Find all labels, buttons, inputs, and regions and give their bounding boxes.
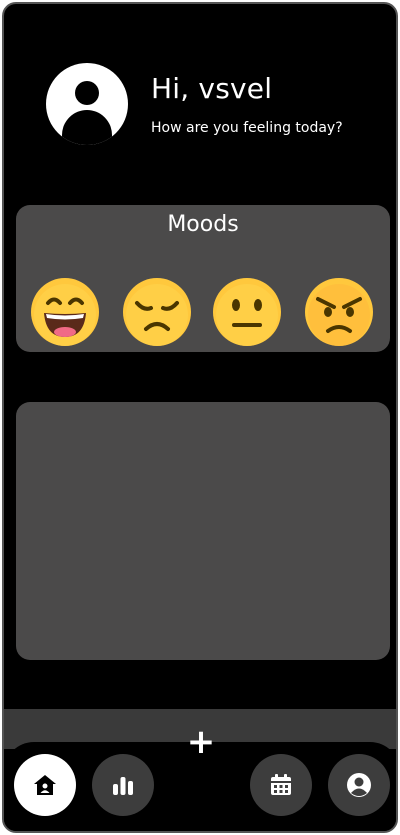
greeting-subtitle: How are you feeling today? bbox=[151, 120, 343, 136]
nav-calendar-button[interactable] bbox=[250, 754, 312, 816]
avatar-head bbox=[75, 81, 99, 105]
disappointed-face-icon bbox=[123, 278, 191, 346]
grinning-face-icon bbox=[31, 278, 99, 346]
mood-angry-button[interactable] bbox=[304, 277, 374, 347]
user-avatar-icon[interactable] bbox=[46, 63, 128, 145]
angry-face-icon bbox=[305, 278, 373, 346]
moods-card: Moods bbox=[16, 205, 390, 352]
calendar-icon bbox=[271, 774, 291, 795]
avatar-body bbox=[62, 110, 112, 145]
nav-profile-button[interactable] bbox=[328, 754, 390, 816]
home-icon bbox=[34, 775, 56, 795]
mood-happy-button[interactable] bbox=[30, 277, 100, 347]
profile-icon bbox=[347, 773, 371, 797]
nav-stats-button[interactable] bbox=[92, 754, 154, 816]
bar-chart-icon bbox=[113, 777, 133, 795]
app-screen: Hi, vsvel How are you feeling today? Moo… bbox=[2, 2, 398, 833]
nav-home-button[interactable] bbox=[14, 754, 76, 816]
moods-title: Moods bbox=[167, 212, 239, 237]
neutral-face-icon bbox=[213, 278, 281, 346]
content-card bbox=[16, 402, 390, 660]
add-entry-button[interactable]: + bbox=[169, 710, 233, 774]
mood-neutral-button[interactable] bbox=[212, 277, 282, 347]
greeting-title: Hi, vsvel bbox=[151, 72, 273, 105]
mood-sad-button[interactable] bbox=[122, 277, 192, 347]
